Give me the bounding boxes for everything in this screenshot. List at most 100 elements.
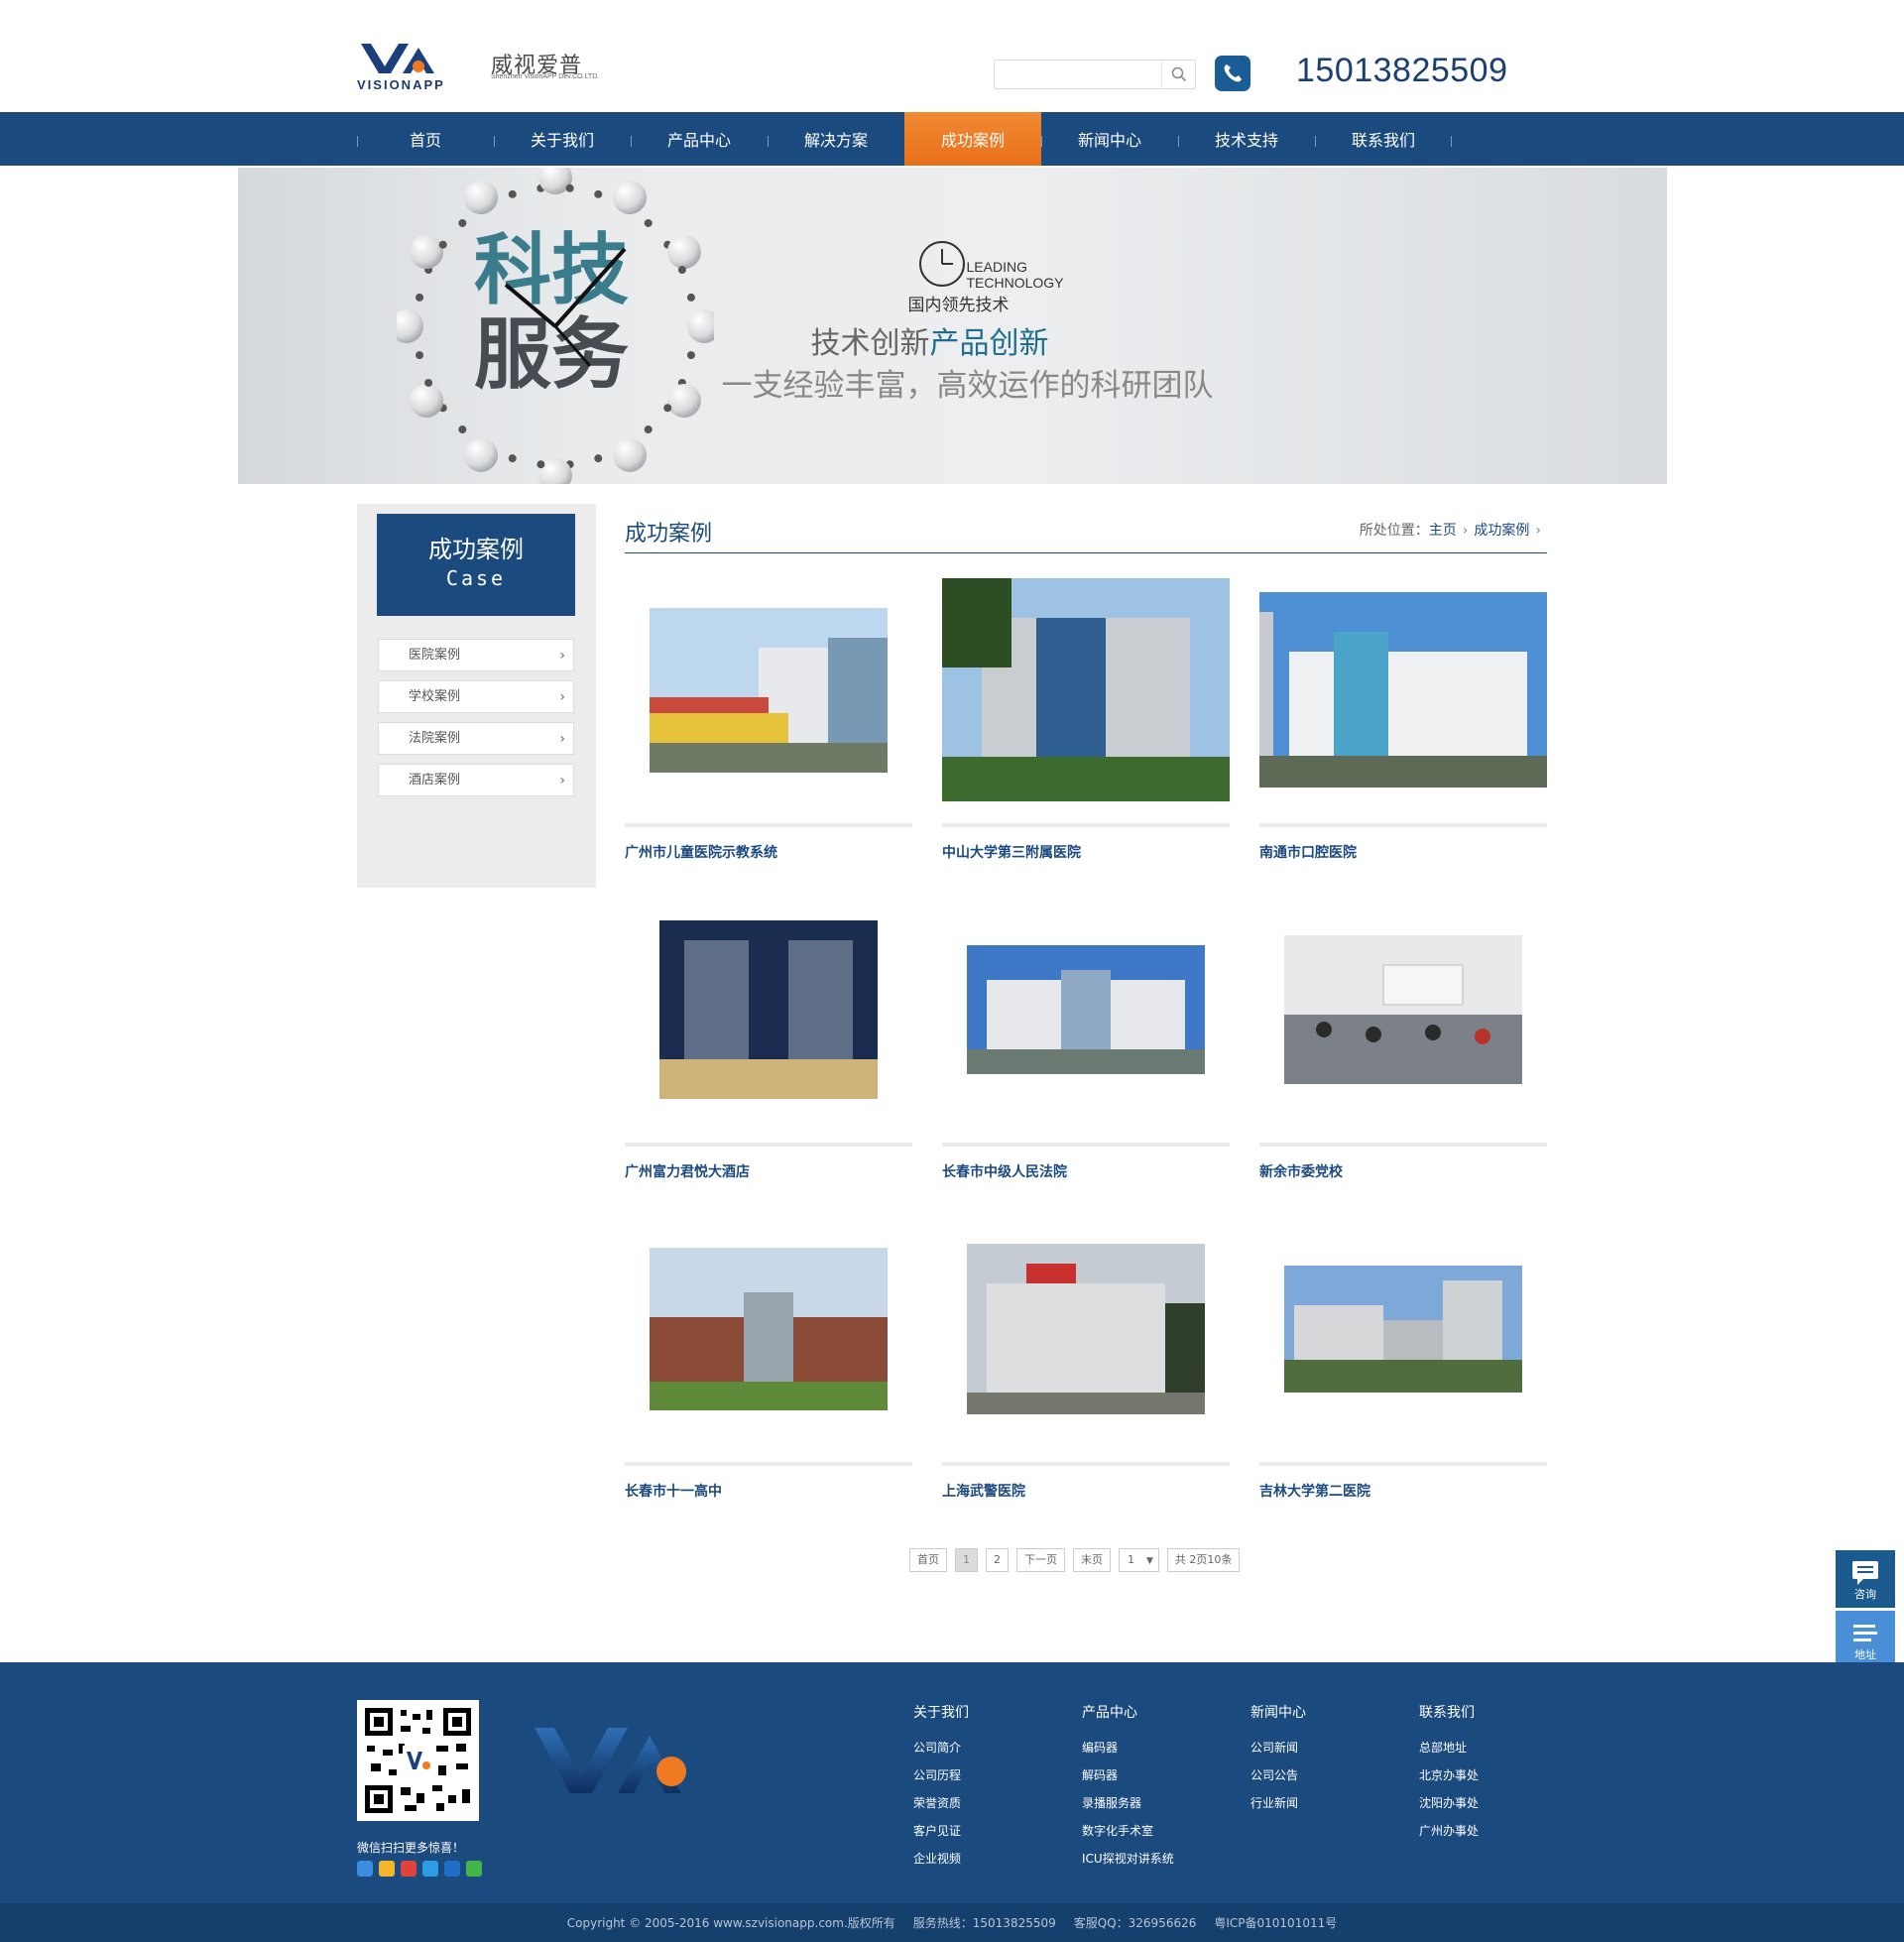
case-title[interactable]: 新余市委党校	[1259, 1161, 1343, 1181]
pager-page-1[interactable]: 1	[955, 1548, 978, 1572]
sidebar-item-hospital[interactable]: 医院案例 ›	[378, 639, 574, 671]
case-title[interactable]: 中山大学第三附属医院	[942, 842, 1081, 862]
case-title[interactable]: 长春市十一高中	[625, 1481, 722, 1501]
case-card[interactable]: 广州富力君悦大酒店	[625, 893, 912, 1190]
footer-link[interactable]: 企业视频	[913, 1845, 1062, 1873]
banner-slogan-1b: 产品创新	[929, 326, 1049, 361]
case-title[interactable]: 广州富力君悦大酒店	[625, 1161, 750, 1181]
qr-caption: 微信扫扫更多惊喜！	[357, 1841, 465, 1855]
address-button[interactable]: 地址	[1836, 1611, 1895, 1668]
case-title[interactable]: 长春市中级人民法院	[942, 1161, 1067, 1181]
chevron-right-icon: ›	[1535, 523, 1541, 539]
footer-col-title[interactable]: 新闻中心	[1250, 1702, 1399, 1722]
qq-text: 客服QQ：326956626	[1073, 1916, 1197, 1930]
sidebar-item-hotel[interactable]: 酒店案例 ›	[378, 764, 574, 796]
clock-ball	[644, 425, 653, 434]
nav-item-contact[interactable]: 联系我们	[1315, 112, 1452, 166]
footer-link[interactable]: 公司历程	[913, 1761, 1062, 1789]
sidebar-item-school[interactable]: 学校案例 ›	[378, 680, 574, 713]
search-box	[994, 60, 1196, 89]
pager-first[interactable]: 首页	[909, 1548, 947, 1572]
clock-ball	[409, 384, 443, 418]
case-card[interactable]: 广州市儿童医院示教系统	[625, 573, 912, 871]
share-qzone-icon[interactable]	[379, 1861, 395, 1877]
footer-link[interactable]: ICU探视对讲系统	[1082, 1845, 1231, 1873]
footer-link[interactable]: 客户见证	[913, 1817, 1062, 1845]
share-weibo-icon[interactable]	[401, 1861, 416, 1877]
pager-total: 共 2页10条	[1166, 1548, 1241, 1572]
banner-slogan-1: 技术创新产品创新	[811, 318, 1049, 362]
chevron-right-icon: ›	[1462, 523, 1469, 539]
case-title[interactable]: 广州市儿童医院示教系统	[625, 842, 777, 862]
site-logo[interactable]: VISIONAPP 威视爱普 Shenzhen VisionAPP Dev.CO…	[357, 40, 620, 94]
nav-item-products[interactable]: 产品中心	[631, 112, 768, 166]
nav-item-cases[interactable]: 成功案例	[904, 112, 1041, 166]
pager-next[interactable]: 下一页	[1016, 1548, 1065, 1572]
footer-col-about: 关于我们 公司简介 公司历程 荣誉资质 客户见证 企业视频	[913, 1702, 1062, 1873]
footer-link[interactable]: 北京办事处	[1419, 1761, 1568, 1789]
banner-slogan-1a: 技术创新	[810, 326, 930, 361]
breadcrumb-home-link[interactable]: 主页	[1429, 523, 1457, 539]
case-card[interactable]: 新余市委党校	[1259, 893, 1547, 1190]
chevron-right-icon: ›	[559, 773, 565, 789]
nav-item-news[interactable]: 新闻中心	[1041, 112, 1178, 166]
case-image-box	[942, 573, 1230, 806]
share-wechat-icon[interactable]	[466, 1861, 482, 1877]
search-button[interactable]	[1161, 61, 1195, 88]
footer-link[interactable]: 广州办事处	[1419, 1817, 1568, 1845]
case-card[interactable]: 南通市口腔医院	[1259, 573, 1547, 871]
consult-button[interactable]: 咨询	[1836, 1550, 1895, 1608]
share-renren-icon[interactable]	[444, 1861, 460, 1877]
footer-link[interactable]: 公司简介	[913, 1734, 1062, 1761]
footer-col-title[interactable]: 关于我们	[913, 1702, 1062, 1722]
pager-page-2[interactable]: 2	[986, 1548, 1009, 1572]
case-title[interactable]: 南通市口腔医院	[1259, 842, 1357, 862]
logo-english-text: VISIONAPP	[357, 77, 445, 92]
footer-link[interactable]: 录播服务器	[1082, 1789, 1231, 1817]
footer-link[interactable]: 公司新闻	[1250, 1734, 1399, 1761]
nav-item-support[interactable]: 技术支持	[1178, 112, 1315, 166]
share-plus-icon[interactable]	[357, 1861, 373, 1877]
footer-link[interactable]: 总部地址	[1419, 1734, 1568, 1761]
clock-ball	[536, 460, 544, 469]
footer-link[interactable]: 公司公告	[1250, 1761, 1399, 1789]
nav-item-about[interactable]: 关于我们	[494, 112, 631, 166]
clock-ball	[666, 384, 701, 418]
clock-ball	[662, 404, 671, 413]
sidebar-item-label: 法院案例	[409, 731, 461, 746]
footer-link[interactable]: 数字化手术室	[1082, 1817, 1231, 1845]
clock-ball	[415, 351, 423, 360]
phone-icon	[1215, 56, 1250, 91]
main-navigation: 首页 关于我们 产品中心 解决方案 成功案例 新闻中心 技术支持 联系我们	[0, 112, 1904, 166]
search-input[interactable]	[995, 61, 1158, 88]
divider	[942, 823, 1230, 827]
divider	[625, 823, 912, 827]
divider	[942, 1143, 1230, 1147]
case-card[interactable]: 长春市中级人民法院	[942, 893, 1230, 1190]
nav-item-solutions[interactable]: 解决方案	[768, 112, 904, 166]
footer-link[interactable]: 行业新闻	[1250, 1789, 1399, 1817]
nav-item-home[interactable]: 首页	[357, 112, 494, 166]
clock-ball	[508, 189, 517, 198]
case-card[interactable]: 中山大学第三附属医院	[942, 573, 1230, 871]
footer-link[interactable]: 解码器	[1082, 1761, 1231, 1789]
footer-col-title[interactable]: 联系我们	[1419, 1702, 1568, 1722]
divider	[942, 1462, 1230, 1466]
sidebar-item-court[interactable]: 法院案例 ›	[378, 722, 574, 755]
case-title[interactable]: 吉林大学第二医院	[1259, 1481, 1370, 1501]
sidebar-item-label: 酒店案例	[409, 773, 461, 788]
case-title[interactable]: 上海武警医院	[942, 1481, 1025, 1501]
footer-link[interactable]: 荣誉资质	[913, 1789, 1062, 1817]
pager-last[interactable]: 末页	[1073, 1548, 1111, 1572]
case-card[interactable]: 长春市十一高中	[625, 1212, 912, 1510]
case-card[interactable]: 上海武警医院	[942, 1212, 1230, 1510]
footer-link[interactable]: 编码器	[1082, 1734, 1231, 1761]
footer-col-title[interactable]: 产品中心	[1082, 1702, 1231, 1722]
pager-select[interactable]: 1 ▼	[1119, 1548, 1159, 1572]
case-card[interactable]: 吉林大学第二医院	[1259, 1212, 1547, 1510]
footer-link[interactable]: 沈阳办事处	[1419, 1789, 1568, 1817]
share-tencent-icon[interactable]	[422, 1861, 438, 1877]
breadcrumb-current-link[interactable]: 成功案例	[1474, 523, 1529, 539]
case-image-box	[1259, 573, 1547, 806]
case-image-box	[1259, 1212, 1547, 1445]
